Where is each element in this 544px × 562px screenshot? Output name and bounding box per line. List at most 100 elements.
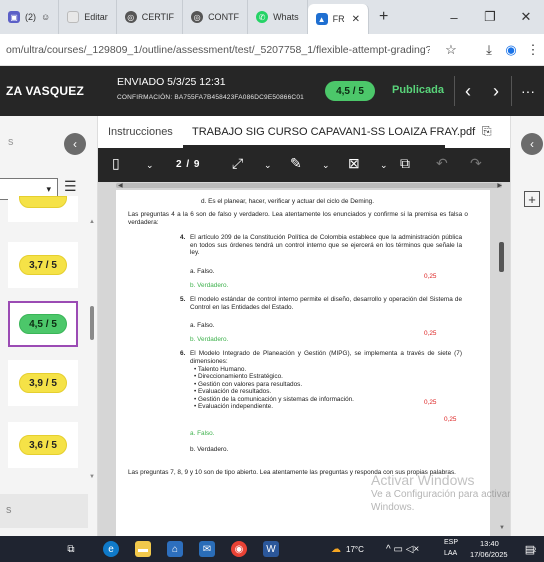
list-item: • Talento Humano.	[194, 366, 247, 373]
option-a-selected: a. Falso.	[190, 430, 215, 437]
scrollbar-thumb[interactable]	[90, 306, 94, 340]
store-icon[interactable]: ⌂	[167, 541, 183, 557]
globe-icon: ◎	[191, 11, 204, 23]
file-explorer-icon[interactable]: ▬	[135, 541, 151, 557]
viewer-tabs: Instrucciones TRABAJO SIG CURSO CAPAVAN1…	[98, 116, 510, 148]
attempt-item-selected[interactable]: 4,5 / 5	[8, 301, 78, 347]
list-item: • Direccionamiento Estratégico.	[194, 373, 283, 381]
panel-footer[interactable]: s	[0, 494, 88, 528]
chevron-down-icon[interactable]: ⌄	[380, 160, 388, 171]
points-label: 0,25	[424, 273, 437, 280]
horizontal-scrollbar[interactable]	[116, 183, 502, 188]
minimize-button[interactable]: –	[436, 0, 472, 34]
page-indicator: 2 / 9	[176, 159, 201, 170]
star-icon[interactable]: ☆	[440, 34, 462, 66]
mail-icon[interactable]: ✉	[199, 541, 215, 557]
browser-tab[interactable]: ◎ CONTF	[183, 0, 249, 34]
confirmation-code: CONFIRMACIÓN: BA755FA7B458423FA086DC9E50…	[117, 94, 304, 101]
language-indicator[interactable]: ESP	[444, 539, 458, 546]
sort-icon[interactable]: ☰	[64, 178, 77, 195]
browser-tab[interactable]: ◎ CERTIF	[117, 0, 184, 34]
chevron-down-icon[interactable]: ⌄	[146, 160, 154, 171]
student-name: ZA VASQUEZ	[6, 84, 85, 98]
attempt-item[interactable]: 3,7 / 5	[8, 242, 78, 288]
pen-icon[interactable]: ✎	[290, 155, 302, 172]
pdf-toolbar: ▯ ⌄ 2 / 9 ⤢ ⌄ ✎ ⌄ ⊠ ⌄ ⧉ ↶ ↷	[98, 148, 510, 182]
tab-instructions[interactable]: Instrucciones	[108, 126, 173, 138]
chevron-down-icon[interactable]: ⌄	[322, 160, 330, 171]
teams-icon: ▣	[8, 11, 20, 23]
browser-tab[interactable]: Editar	[59, 0, 117, 34]
browser-tab[interactable]: ▣ (2) ☺	[0, 0, 60, 34]
question-text: El artículo 209 de la Constitución Polít…	[190, 234, 462, 257]
attempt-score	[19, 196, 67, 208]
close-tab-icon[interactable]: ✕	[352, 14, 360, 25]
chevron-right-icon[interactable]: ›	[483, 78, 509, 104]
close-window-button[interactable]: ✕	[508, 0, 544, 34]
chrome-icon[interactable]: ◉	[231, 541, 247, 557]
browser-tab[interactable]: ✆ Whats	[248, 0, 308, 34]
list-item: • Gestión con valores para resultados.	[194, 380, 303, 388]
url-text[interactable]: om/ultra/courses/_129809_1/outline/asses…	[0, 44, 430, 56]
word-icon[interactable]: W	[263, 541, 279, 557]
chevron-left-icon[interactable]: ‹	[455, 78, 481, 104]
clock-time[interactable]: 13:40	[480, 539, 499, 548]
edge-icon[interactable]: e	[103, 541, 119, 557]
tab-label: CONTF	[208, 12, 240, 22]
highlight-icon[interactable]: ⊠	[348, 155, 360, 172]
weather-temp[interactable]: 17°C	[346, 545, 364, 554]
status-label: Publicada	[392, 84, 444, 96]
add-comment-icon[interactable]: +	[524, 191, 540, 207]
more-menu-icon[interactable]: ⋮	[522, 34, 544, 66]
system-tray-icons[interactable]: ^ ▭ ◁×	[386, 544, 419, 555]
attempts-panel: s ‹ ▾ ☰ 3,7 / 5 4,5 / 5 3,9 / 5 3,6 / 5 …	[0, 116, 98, 536]
language-indicator[interactable]: LAA	[444, 550, 457, 557]
weather-icon: ☁	[331, 543, 341, 555]
windows-taskbar: ⧉ e ▬ ⌂ ✉ ◉ W ☁ 17°C ^ ▭ ◁× ESP LAA 13:4…	[0, 536, 544, 562]
sidebar-toggle-icon[interactable]: ▯	[112, 155, 120, 172]
browser-tab-active[interactable]: ▲ FR ✕	[307, 4, 369, 34]
scroll-down-icon[interactable]: ▼	[499, 525, 505, 531]
clock-date[interactable]: 17/06/2025	[470, 550, 508, 559]
question-text: El modelo estándar de control interno pe…	[190, 296, 462, 311]
scroll-up-icon[interactable]: ▲	[89, 219, 95, 225]
fullscreen-icon[interactable]: ⤢	[232, 155, 243, 172]
redo-icon[interactable]: ↷	[470, 155, 482, 172]
address-bar[interactable]: om/ultra/courses/_129809_1/outline/asses…	[0, 34, 544, 66]
profile-icon[interactable]: ◉	[500, 34, 522, 66]
scroll-left-icon[interactable]: ◀	[118, 182, 123, 189]
attempt-item[interactable]	[8, 196, 78, 222]
tab-label: Whats	[273, 12, 299, 22]
list-item: • Evaluación de resultados.	[194, 388, 272, 396]
download-icon[interactable]: ⤓	[478, 34, 500, 66]
chevron-down-icon: ▾	[46, 183, 51, 194]
more-options-icon[interactable]: ···	[515, 78, 541, 104]
attempt-score: 3,6 / 5	[19, 435, 67, 455]
dimensions-list: • Talento Humano. • Direccionamiento Est…	[194, 366, 354, 410]
globe-icon: ◎	[124, 11, 137, 23]
points-label: 0,25	[424, 330, 437, 337]
download-file-icon[interactable]: ⎘	[482, 124, 492, 139]
panel-tab-label[interactable]: s	[8, 136, 14, 148]
scroll-right-icon[interactable]: ▶	[497, 182, 502, 189]
collapse-left-panel-button[interactable]: ‹	[64, 133, 86, 155]
comment-icon[interactable]: ⧉	[400, 155, 410, 172]
undo-icon[interactable]: ↶	[436, 155, 448, 172]
chevron-down-icon[interactable]: ⌄	[264, 160, 272, 171]
pdf-viewport[interactable]: ◀ ▶ d. Es el planear, hacer, verificar y…	[98, 182, 510, 536]
option-b: b. Verdadero.	[190, 446, 229, 453]
restore-button[interactable]: ❐	[472, 0, 508, 34]
attempt-item[interactable]: 3,6 / 5	[8, 422, 78, 468]
score-badge[interactable]: 4,5 / 5	[325, 81, 375, 101]
attempt-item[interactable]: 3,9 / 5	[8, 360, 78, 406]
scroll-down-icon[interactable]: ▼	[89, 474, 95, 480]
collapse-right-panel-button[interactable]: ‹	[521, 133, 543, 155]
list-item: • Gestión de la comunicación y sistemas …	[194, 395, 354, 403]
task-view-icon[interactable]: ⧉	[63, 541, 79, 557]
attempt-score: 3,7 / 5	[19, 255, 67, 275]
new-tab-button[interactable]: +	[369, 8, 398, 26]
list-item: • Evaluación independiente.	[194, 403, 273, 411]
tab-label: CERTIF	[141, 12, 175, 22]
tab-pdf-file[interactable]: TRABAJO SIG CURSO CAPAVAN1-SS LOAIZA FRA…	[192, 126, 475, 138]
vertical-scrollbar-thumb[interactable]	[499, 242, 504, 272]
